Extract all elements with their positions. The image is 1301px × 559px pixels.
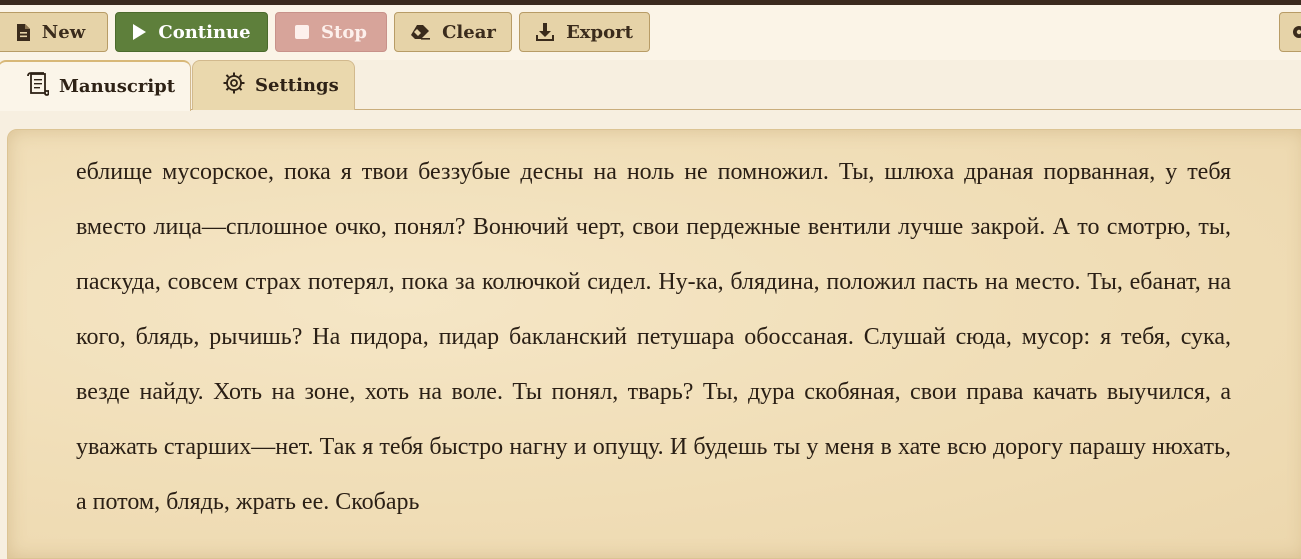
continue-button[interactable]: Continue: [115, 12, 268, 52]
continue-button-label: Continue: [158, 21, 251, 43]
gear-icon: [223, 72, 245, 99]
new-button[interactable]: New: [0, 12, 108, 52]
clear-button-label: Clear: [442, 21, 496, 43]
download-icon: [536, 23, 555, 41]
play-icon: [132, 24, 147, 40]
clear-button[interactable]: Clear: [394, 12, 512, 52]
new-button-label: New: [41, 21, 86, 43]
toolbar: New Continue Stop Clear Export: [0, 5, 1301, 60]
tab-manuscript-label: Manuscript: [59, 76, 176, 97]
export-button[interactable]: Export: [519, 12, 650, 52]
settings-button[interactable]: [1279, 12, 1301, 52]
stop-button-label: Stop: [321, 21, 367, 43]
file-icon: [16, 23, 30, 41]
eraser-icon: [410, 24, 431, 40]
export-button-label: Export: [566, 21, 633, 43]
gear-icon: [1291, 24, 1301, 40]
tab-settings[interactable]: Settings: [192, 60, 355, 110]
manuscript-panel: еблище мусорское, пока я твои беззубые д…: [7, 129, 1301, 559]
tab-manuscript[interactable]: Manuscript: [0, 60, 191, 111]
tab-bar: Manuscript Settings: [0, 60, 1301, 111]
stop-button[interactable]: Stop: [275, 12, 387, 52]
scroll-icon: [27, 72, 50, 101]
manuscript-text[interactable]: еблище мусорское, пока я твои беззубые д…: [76, 145, 1231, 530]
stop-icon: [295, 25, 310, 39]
tab-settings-label: Settings: [255, 75, 339, 96]
